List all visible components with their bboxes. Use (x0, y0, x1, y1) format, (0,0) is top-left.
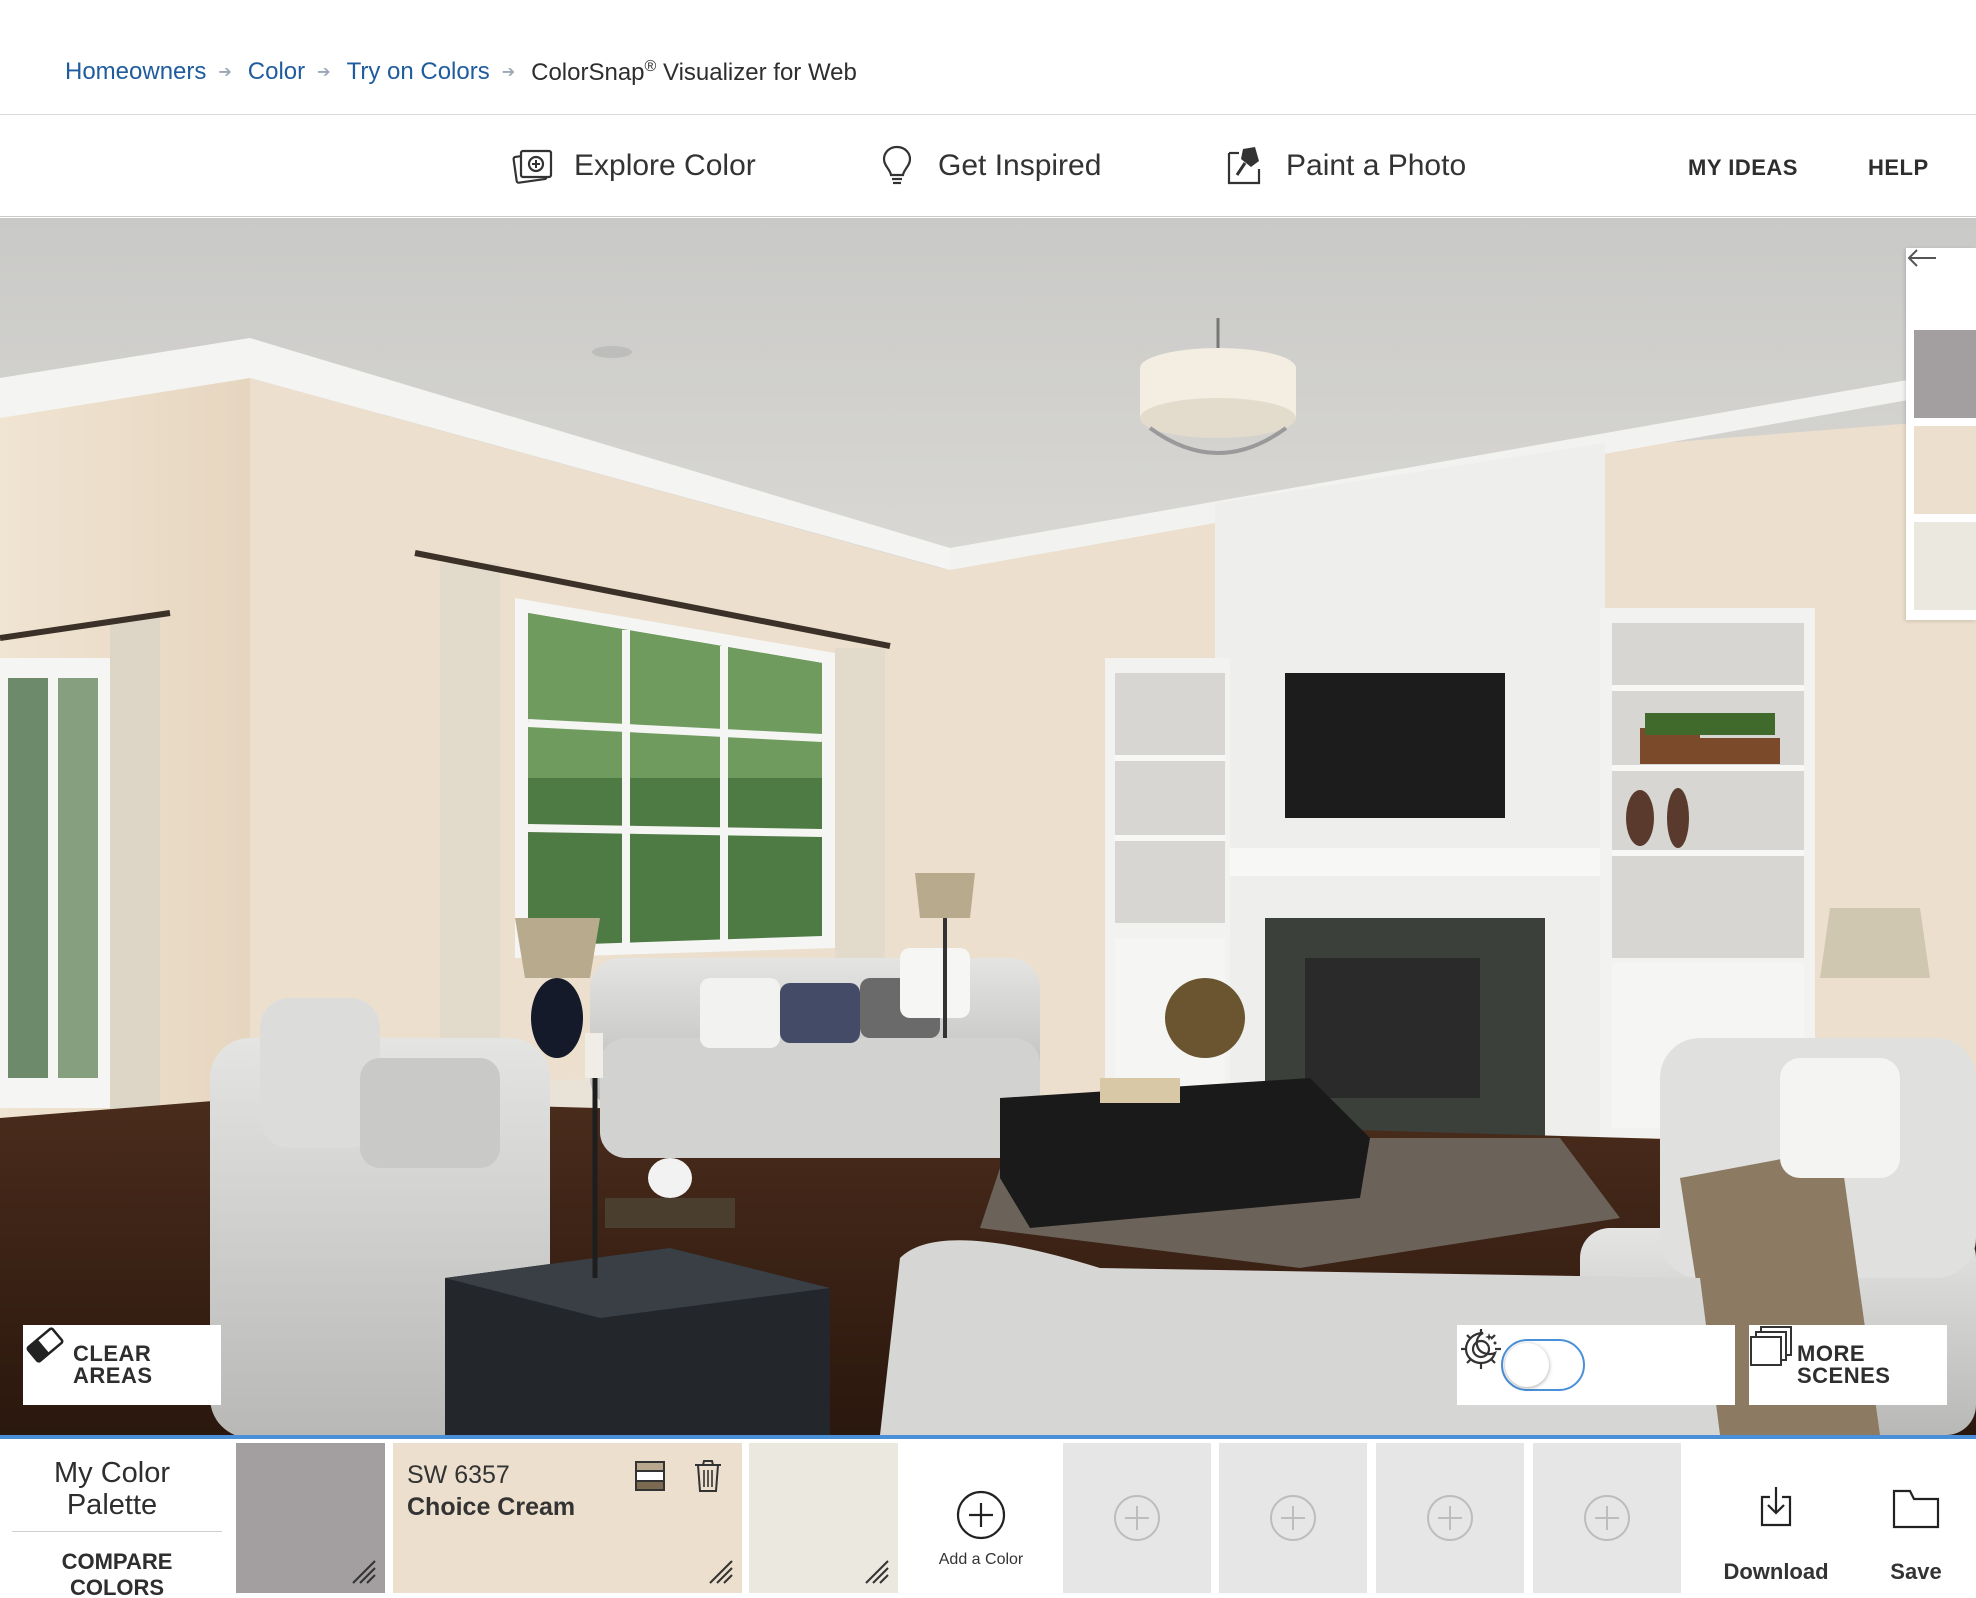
trash-icon[interactable] (689, 1457, 727, 1495)
clear-areas-button[interactable]: CLEAR AREAS (23, 1325, 221, 1405)
room-illustration (0, 218, 1976, 1435)
layers-icon[interactable] (631, 1457, 669, 1495)
palette-swatch-1[interactable] (236, 1443, 385, 1593)
more-scenes-label: MORE SCENES (1797, 1341, 1891, 1388)
side-swatch-2[interactable] (1914, 426, 1976, 514)
download-label: Download (1723, 1559, 1829, 1584)
nav-explore-color[interactable]: Explore Color (510, 139, 756, 193)
palette-divider (12, 1531, 222, 1532)
colorsnap-visualizer: Homeowners ➔ Color ➔ Try on Colors ➔ Col… (0, 0, 1976, 1598)
lightbulb-icon (874, 143, 920, 189)
help-link[interactable]: HELP (1868, 155, 1929, 181)
folder-icon (1892, 1489, 1940, 1529)
main-nav: Explore Color Get Inspired Paint a Photo… (0, 115, 1976, 217)
nav-get-inspired[interactable]: Get Inspired (874, 139, 1101, 193)
empty-palette-slot-4[interactable] (1533, 1443, 1681, 1593)
drag-handle-icon (709, 1560, 733, 1584)
save-label: Save (1890, 1559, 1942, 1584)
breadcrumb-current-page: ColorSnap® Visualizer for Web (531, 57, 857, 86)
add-color-label: Add a Color (938, 1551, 1024, 1568)
plus-circle-icon (1114, 1495, 1160, 1541)
download-button[interactable]: Download (1706, 1443, 1846, 1593)
room-scene[interactable]: CLEAR AREAS MORE SCENES (0, 218, 1976, 1435)
breadcrumb-try-on-colors[interactable]: Try on Colors (347, 58, 490, 86)
nav-explore-label: Explore Color (574, 149, 756, 182)
paint-photo-icon (1222, 143, 1268, 189)
switch-knob (1505, 1343, 1549, 1387)
breadcrumb: Homeowners ➔ Color ➔ Try on Colors ➔ Col… (65, 52, 857, 92)
nav-paint-a-photo[interactable]: Paint a Photo (1222, 139, 1466, 193)
my-ideas-link[interactable]: MY IDEAS (1688, 155, 1798, 181)
empty-palette-slot-3[interactable] (1376, 1443, 1524, 1593)
empty-palette-slot-1[interactable] (1063, 1443, 1211, 1593)
nav-inspired-label: Get Inspired (938, 149, 1102, 182)
plus-circle-icon (1270, 1495, 1316, 1541)
chevron-right-icon: ➔ (501, 64, 516, 81)
download-icon (1760, 1487, 1792, 1527)
palette-swatch-selected[interactable]: SW 6357 Choice Cream (393, 1443, 742, 1593)
drag-handle-icon (865, 1560, 889, 1584)
palette-swatch-3[interactable] (749, 1443, 898, 1593)
nav-paint-label: Paint a Photo (1286, 149, 1467, 182)
plus-circle-icon (1427, 1495, 1473, 1541)
side-swatch-3[interactable] (1914, 522, 1976, 610)
plus-circle-icon (1584, 1495, 1630, 1541)
color-palette-bar: My Color Palette COMPARE COLORS SW 6357 C… (0, 1439, 1976, 1598)
chevron-right-icon: ➔ (317, 64, 331, 81)
empty-palette-slot-2[interactable] (1219, 1443, 1367, 1593)
day-night-switch[interactable] (1501, 1339, 1585, 1391)
palette-title: My Color Palette (53, 1457, 170, 1521)
swatch-code: SW 6357 (407, 1461, 510, 1489)
swatch-name: Choice Cream (407, 1493, 576, 1521)
add-color-button[interactable]: Add a Color (900, 1443, 1062, 1593)
breadcrumb-color[interactable]: Color (248, 58, 305, 86)
breadcrumb-homeowners[interactable]: Homeowners (65, 58, 206, 86)
explore-color-icon (510, 143, 556, 189)
plus-circle-icon (956, 1490, 1006, 1540)
drag-handle-icon (352, 1560, 376, 1584)
chevron-right-icon: ➔ (218, 64, 232, 81)
arrow-left-icon[interactable] (1906, 248, 1976, 326)
more-scenes-button[interactable]: MORE SCENES (1749, 1325, 1947, 1405)
side-swatch-1[interactable] (1914, 330, 1976, 418)
lighting-toggle-panel (1457, 1325, 1735, 1405)
compare-colors-button[interactable]: COMPARE COLORS (12, 1549, 222, 1598)
side-palette-strip (1906, 248, 1976, 620)
clear-areas-label: CLEAR AREAS (73, 1341, 153, 1388)
save-button[interactable]: Save (1866, 1443, 1966, 1593)
